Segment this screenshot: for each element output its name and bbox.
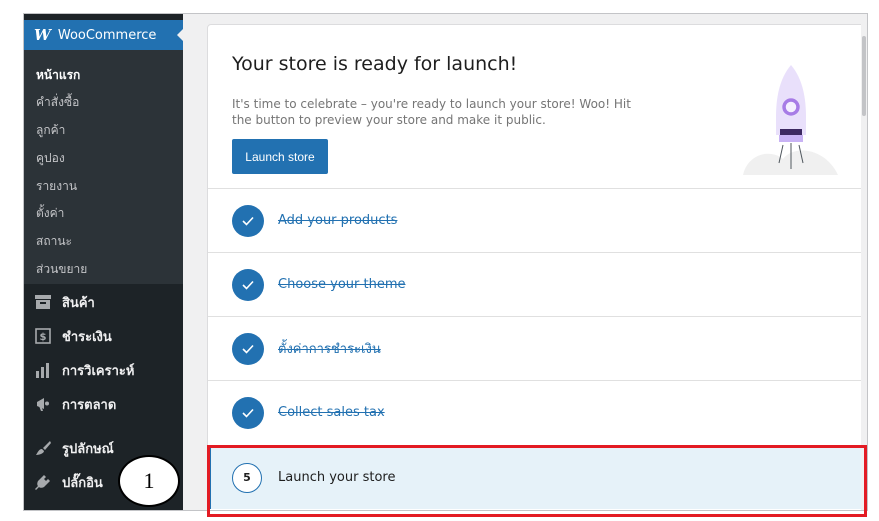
brush-icon bbox=[34, 439, 52, 457]
sidebar-item-label: สินค้า bbox=[62, 295, 95, 311]
task-item-add-products[interactable]: Add your products bbox=[208, 188, 867, 252]
submenu-item-orders[interactable]: คำสั่งซื้อ bbox=[36, 93, 79, 112]
archive-icon bbox=[34, 293, 52, 311]
bar-chart-icon bbox=[34, 361, 52, 379]
submenu-item-customers[interactable]: ลูกค้า bbox=[36, 121, 65, 140]
wp-admin-window: W WooCommerce หน้าแรก คำสั่งซื้อ ลูกค้า … bbox=[23, 13, 868, 511]
task-item-sales-tax[interactable]: Collect sales tax bbox=[208, 380, 867, 444]
sidebar-item-marketing[interactable]: การตลาด bbox=[24, 393, 183, 415]
submenu-item-reports[interactable]: รายงาน bbox=[36, 177, 77, 196]
checkmark-icon bbox=[232, 332, 264, 365]
sidebar-item-label: WooCommerce bbox=[57, 27, 157, 43]
main-content: Your store is ready for launch! It's tim… bbox=[183, 14, 867, 510]
plug-icon bbox=[34, 473, 52, 491]
hero-title: Your store is ready for launch! bbox=[232, 53, 518, 75]
checkmark-icon bbox=[232, 268, 264, 301]
sidebar-item-label: ปลั๊กอิน bbox=[62, 475, 103, 491]
scrollbar-thumb[interactable] bbox=[862, 36, 866, 116]
task-label: ตั้งค่าการชำระเงิน bbox=[278, 342, 381, 357]
woocommerce-logo-icon: W bbox=[34, 26, 51, 44]
sidebar-item-woocommerce[interactable]: W WooCommerce bbox=[24, 20, 183, 50]
megaphone-icon bbox=[34, 395, 52, 413]
step-callout: 1 bbox=[118, 455, 180, 507]
sidebar-item-payments[interactable]: $ ชำระเงิน bbox=[24, 325, 183, 347]
sidebar-item-label: การวิเคราะห์ bbox=[62, 363, 135, 379]
task-item-payments[interactable]: ตั้งค่าการชำระเงิน bbox=[208, 316, 867, 380]
submenu-item-coupons[interactable]: คูปอง bbox=[36, 149, 65, 168]
sidebar-item-label: การตลาด bbox=[62, 397, 117, 413]
submenu-item-extensions[interactable]: ส่วนขยาย bbox=[36, 260, 87, 279]
task-label: Add your products bbox=[278, 213, 398, 228]
task-item-choose-theme[interactable]: Choose your theme bbox=[208, 252, 867, 316]
launch-your-store-card: Your store is ready for launch! It's tim… bbox=[207, 24, 867, 510]
hero-description: It's time to celebrate – you're ready to… bbox=[232, 97, 631, 127]
rocket-illustration-icon bbox=[743, 65, 838, 175]
svg-text:$: $ bbox=[40, 332, 47, 343]
sidebar-item-label: รูปลักษณ์ bbox=[62, 441, 114, 457]
woocommerce-submenu: หน้าแรก คำสั่งซื้อ ลูกค้า คูปอง รายงาน ต… bbox=[24, 50, 183, 284]
task-label: Choose your theme bbox=[278, 277, 406, 292]
launch-store-button[interactable]: Launch store bbox=[232, 139, 328, 174]
sidebar-item-products[interactable]: สินค้า bbox=[24, 291, 183, 313]
checkmark-icon bbox=[232, 396, 264, 429]
submenu-item-settings[interactable]: ตั้งค่า bbox=[36, 204, 64, 223]
sidebar-item-label: ชำระเงิน bbox=[62, 329, 112, 345]
task-label: Collect sales tax bbox=[278, 405, 385, 420]
checkmark-icon bbox=[232, 204, 264, 237]
dollar-icon: $ bbox=[34, 327, 52, 345]
submenu-item-status[interactable]: สถานะ bbox=[36, 232, 72, 251]
highlight-box bbox=[207, 445, 867, 517]
submenu-item-home[interactable]: หน้าแรก bbox=[36, 66, 80, 85]
page-scrollbar[interactable] bbox=[861, 14, 867, 510]
sidebar-item-analytics[interactable]: การวิเคราะห์ bbox=[24, 359, 183, 381]
admin-sidebar: W WooCommerce หน้าแรก คำสั่งซื้อ ลูกค้า … bbox=[24, 14, 183, 510]
